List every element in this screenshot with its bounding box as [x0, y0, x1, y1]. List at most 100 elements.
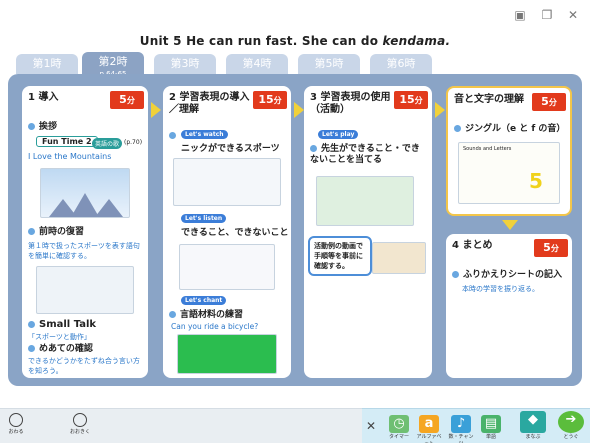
tab-lesson-3[interactable]: 第3時 [154, 54, 216, 74]
listen-item: できること、できないこと [181, 228, 289, 238]
tools-icon: ➔ [558, 411, 584, 433]
image-icon[interactable]: ▣ [513, 8, 527, 22]
unit-label: Unit 5 [139, 34, 182, 48]
lets-chant-badge: Let's chant [181, 296, 227, 305]
goal-item: めあての確認 [28, 344, 93, 355]
tab-lesson-1[interactable]: 第1時 [16, 54, 78, 74]
tab-label: 第1時 [32, 57, 62, 70]
chant-video-thumbnail[interactable] [177, 334, 277, 374]
tools-button[interactable]: ➔ とうぐ [556, 411, 586, 441]
lets-listen-badge: Let's listen [181, 214, 227, 223]
lets-watch-badge: Let's watch [181, 130, 228, 139]
learn-button[interactable]: ◆ まなぶ [518, 411, 548, 441]
greeting-label: 挨拶 [39, 122, 58, 132]
learn-label: まなぶ [525, 434, 541, 440]
tab-lesson-6[interactable]: 第6時 [370, 54, 432, 74]
fun-page: (p.70) [124, 139, 143, 146]
chant-label: 言語材料の練習 [180, 310, 244, 320]
title-text: He can run fast. She can do [186, 34, 383, 48]
thumbnail-title: Sounds and Letters [463, 146, 512, 152]
learn-icon: ◆ [520, 411, 546, 433]
listen-thumbnail[interactable] [179, 244, 275, 290]
bullet-icon [452, 271, 459, 278]
flow-arrow-down-icon [502, 220, 518, 230]
bullet-icon [28, 123, 35, 130]
reflection-item: ふりかえりシートの記入 [452, 270, 562, 281]
minutes-value: 5 [543, 241, 551, 254]
minutes-unit: 分 [550, 244, 559, 253]
song-badge: 英語の歌 [92, 138, 123, 149]
tab-label: 第4時 [242, 57, 272, 70]
alphabet-icon: a [419, 415, 439, 433]
close-icon[interactable]: ✕ [566, 8, 580, 22]
example-photo[interactable] [372, 242, 426, 274]
tip-bubble: 活動例の動画で手順等を事前に確認する。 [308, 236, 372, 276]
power-icon [9, 413, 23, 427]
end-button[interactable]: おわる [6, 413, 26, 435]
goal-note: できるかどうかをたずね合う言い方を知ろう。 [28, 357, 140, 375]
bullet-icon [169, 132, 176, 139]
tools-label: とうぐ [563, 434, 579, 440]
tab-lesson-5[interactable]: 第5時 [298, 54, 360, 74]
alphabet-tool[interactable]: aアルファベット [416, 415, 442, 443]
card-title: 3 学習表現の使用（活動） [310, 92, 391, 115]
song-video-thumbnail[interactable] [40, 168, 130, 218]
song-title: I Love the Mountains [28, 152, 112, 161]
card-activity: 3 学習表現の使用（活動） 15分 Let's play 先生ができること・でき… [304, 86, 432, 378]
word-tool[interactable]: ▤ 単語 [478, 415, 504, 441]
timer-icon: ◷ [389, 415, 409, 433]
restore-icon[interactable]: ❐ [540, 8, 554, 22]
jingle-thumbnail[interactable]: Sounds and Letters 5 [458, 142, 560, 204]
bullet-icon [28, 345, 35, 352]
minutes-unit: 分 [126, 96, 135, 105]
chant-icon: ♪ [451, 415, 471, 433]
small-talk-item: Small Talk [28, 319, 96, 330]
chant-item: 言語材料の練習 [169, 310, 243, 321]
play-item: 先生ができること・できないことを当てる [310, 144, 428, 166]
activity-video-thumbnail[interactable] [316, 176, 414, 226]
minutes-unit: 分 [548, 98, 557, 107]
lesson-board: 1 導入 5分 挨拶 Fun Time 2 英語の歌 (p.70) I Love… [8, 74, 582, 386]
title-italic: kendama. [382, 34, 451, 48]
flow-arrow-icon [151, 102, 161, 118]
zoom-button[interactable]: おおきく [70, 413, 90, 435]
minutes-value: 5 [541, 95, 549, 108]
end-label: おわる [8, 429, 24, 435]
greeting-item: 挨拶 [28, 122, 57, 133]
sports-pictures-thumbnail[interactable] [36, 266, 134, 314]
timer-tool[interactable]: ◷ タイマー [386, 415, 412, 441]
chant-sentence: Can you ride a bicycle? [171, 322, 259, 331]
watch-item: ニックができるスポーツ [181, 144, 280, 154]
tab-lesson-4[interactable]: 第4時 [226, 54, 288, 74]
minutes-badge: 5分 [534, 239, 568, 257]
minutes-badge: 15分 [253, 91, 287, 109]
fun-time-button[interactable]: Fun Time 2 [36, 136, 98, 147]
minutes-unit: 分 [273, 96, 282, 105]
chant-tool[interactable]: ♪数・チャンツ [448, 415, 474, 443]
window-top-bar: ▣ ❐ ✕ [0, 0, 590, 32]
tool-panel: ✕ ◷タイマー aアルファベット ♪数・チャンツ ▤単語 ◆まなぶ ➔とうぐ [362, 408, 590, 443]
flow-arrow-icon [435, 102, 445, 118]
flow-arrow-icon [294, 102, 304, 118]
watch-video-thumbnail[interactable] [173, 158, 281, 206]
close-tools-icon[interactable]: ✕ [366, 419, 376, 433]
number-five-icon: 5 [529, 169, 543, 193]
tool-label: 単語 [485, 434, 496, 440]
zoom-in-icon [73, 413, 87, 427]
tab-label: 第3時 [170, 57, 200, 70]
tab-label: 第6時 [386, 57, 416, 70]
minutes-value: 15 [399, 93, 415, 106]
lesson-title: Unit 5 He can run fast. She can do kenda… [0, 34, 590, 48]
small-talk-sub: 「スポーツと動作」 [28, 333, 91, 341]
card-presentation: 2 学習表現の導入／理解 15分 Let's watch ニックができるスポーツ… [163, 86, 291, 378]
bullet-icon [454, 125, 461, 132]
word-icon: ▤ [481, 415, 501, 433]
card-summary: 4 まとめ 5分 ふりかえりシートの記入 本時の学習を振り返る。 [446, 234, 572, 378]
tool-label: タイマー [388, 434, 409, 440]
reflection-note: 本時の学習を振り返る。 [462, 285, 539, 293]
tool-label: アルファベット [416, 434, 442, 443]
review-label: 前時の復習 [39, 227, 85, 237]
play-label: 先生ができること・できないことを当てる [310, 144, 420, 165]
minutes-value: 15 [258, 93, 274, 106]
minutes-value: 5 [119, 93, 127, 106]
